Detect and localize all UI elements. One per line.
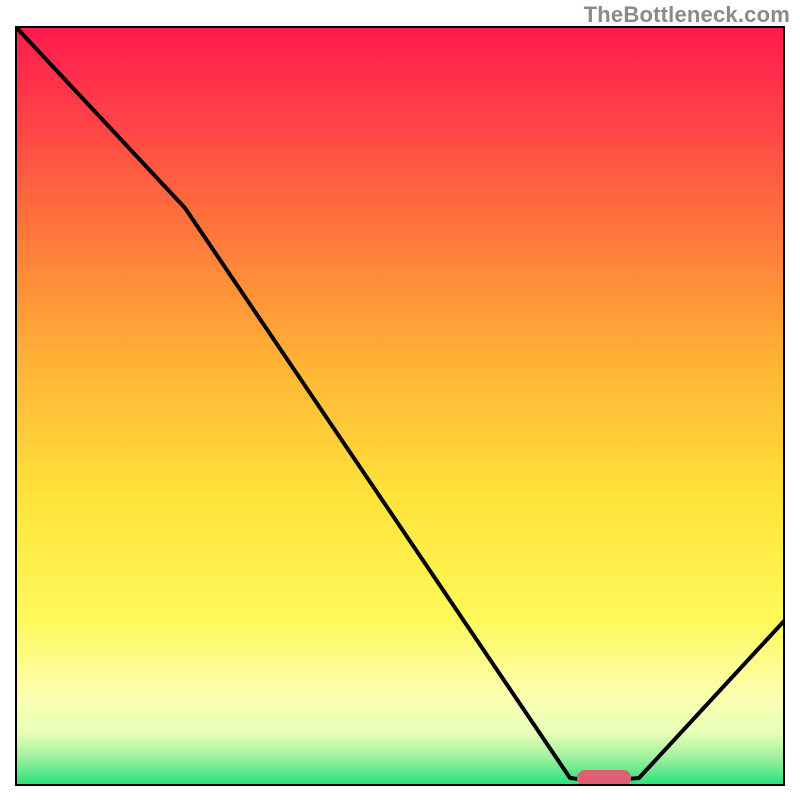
chart-root: TheBottleneck.com [0,0,800,800]
gradient-background [15,26,785,786]
optimal-marker [577,770,631,786]
watermark-text: TheBottleneck.com [584,2,790,28]
chart-svg [15,26,785,786]
plot-area [15,26,785,786]
